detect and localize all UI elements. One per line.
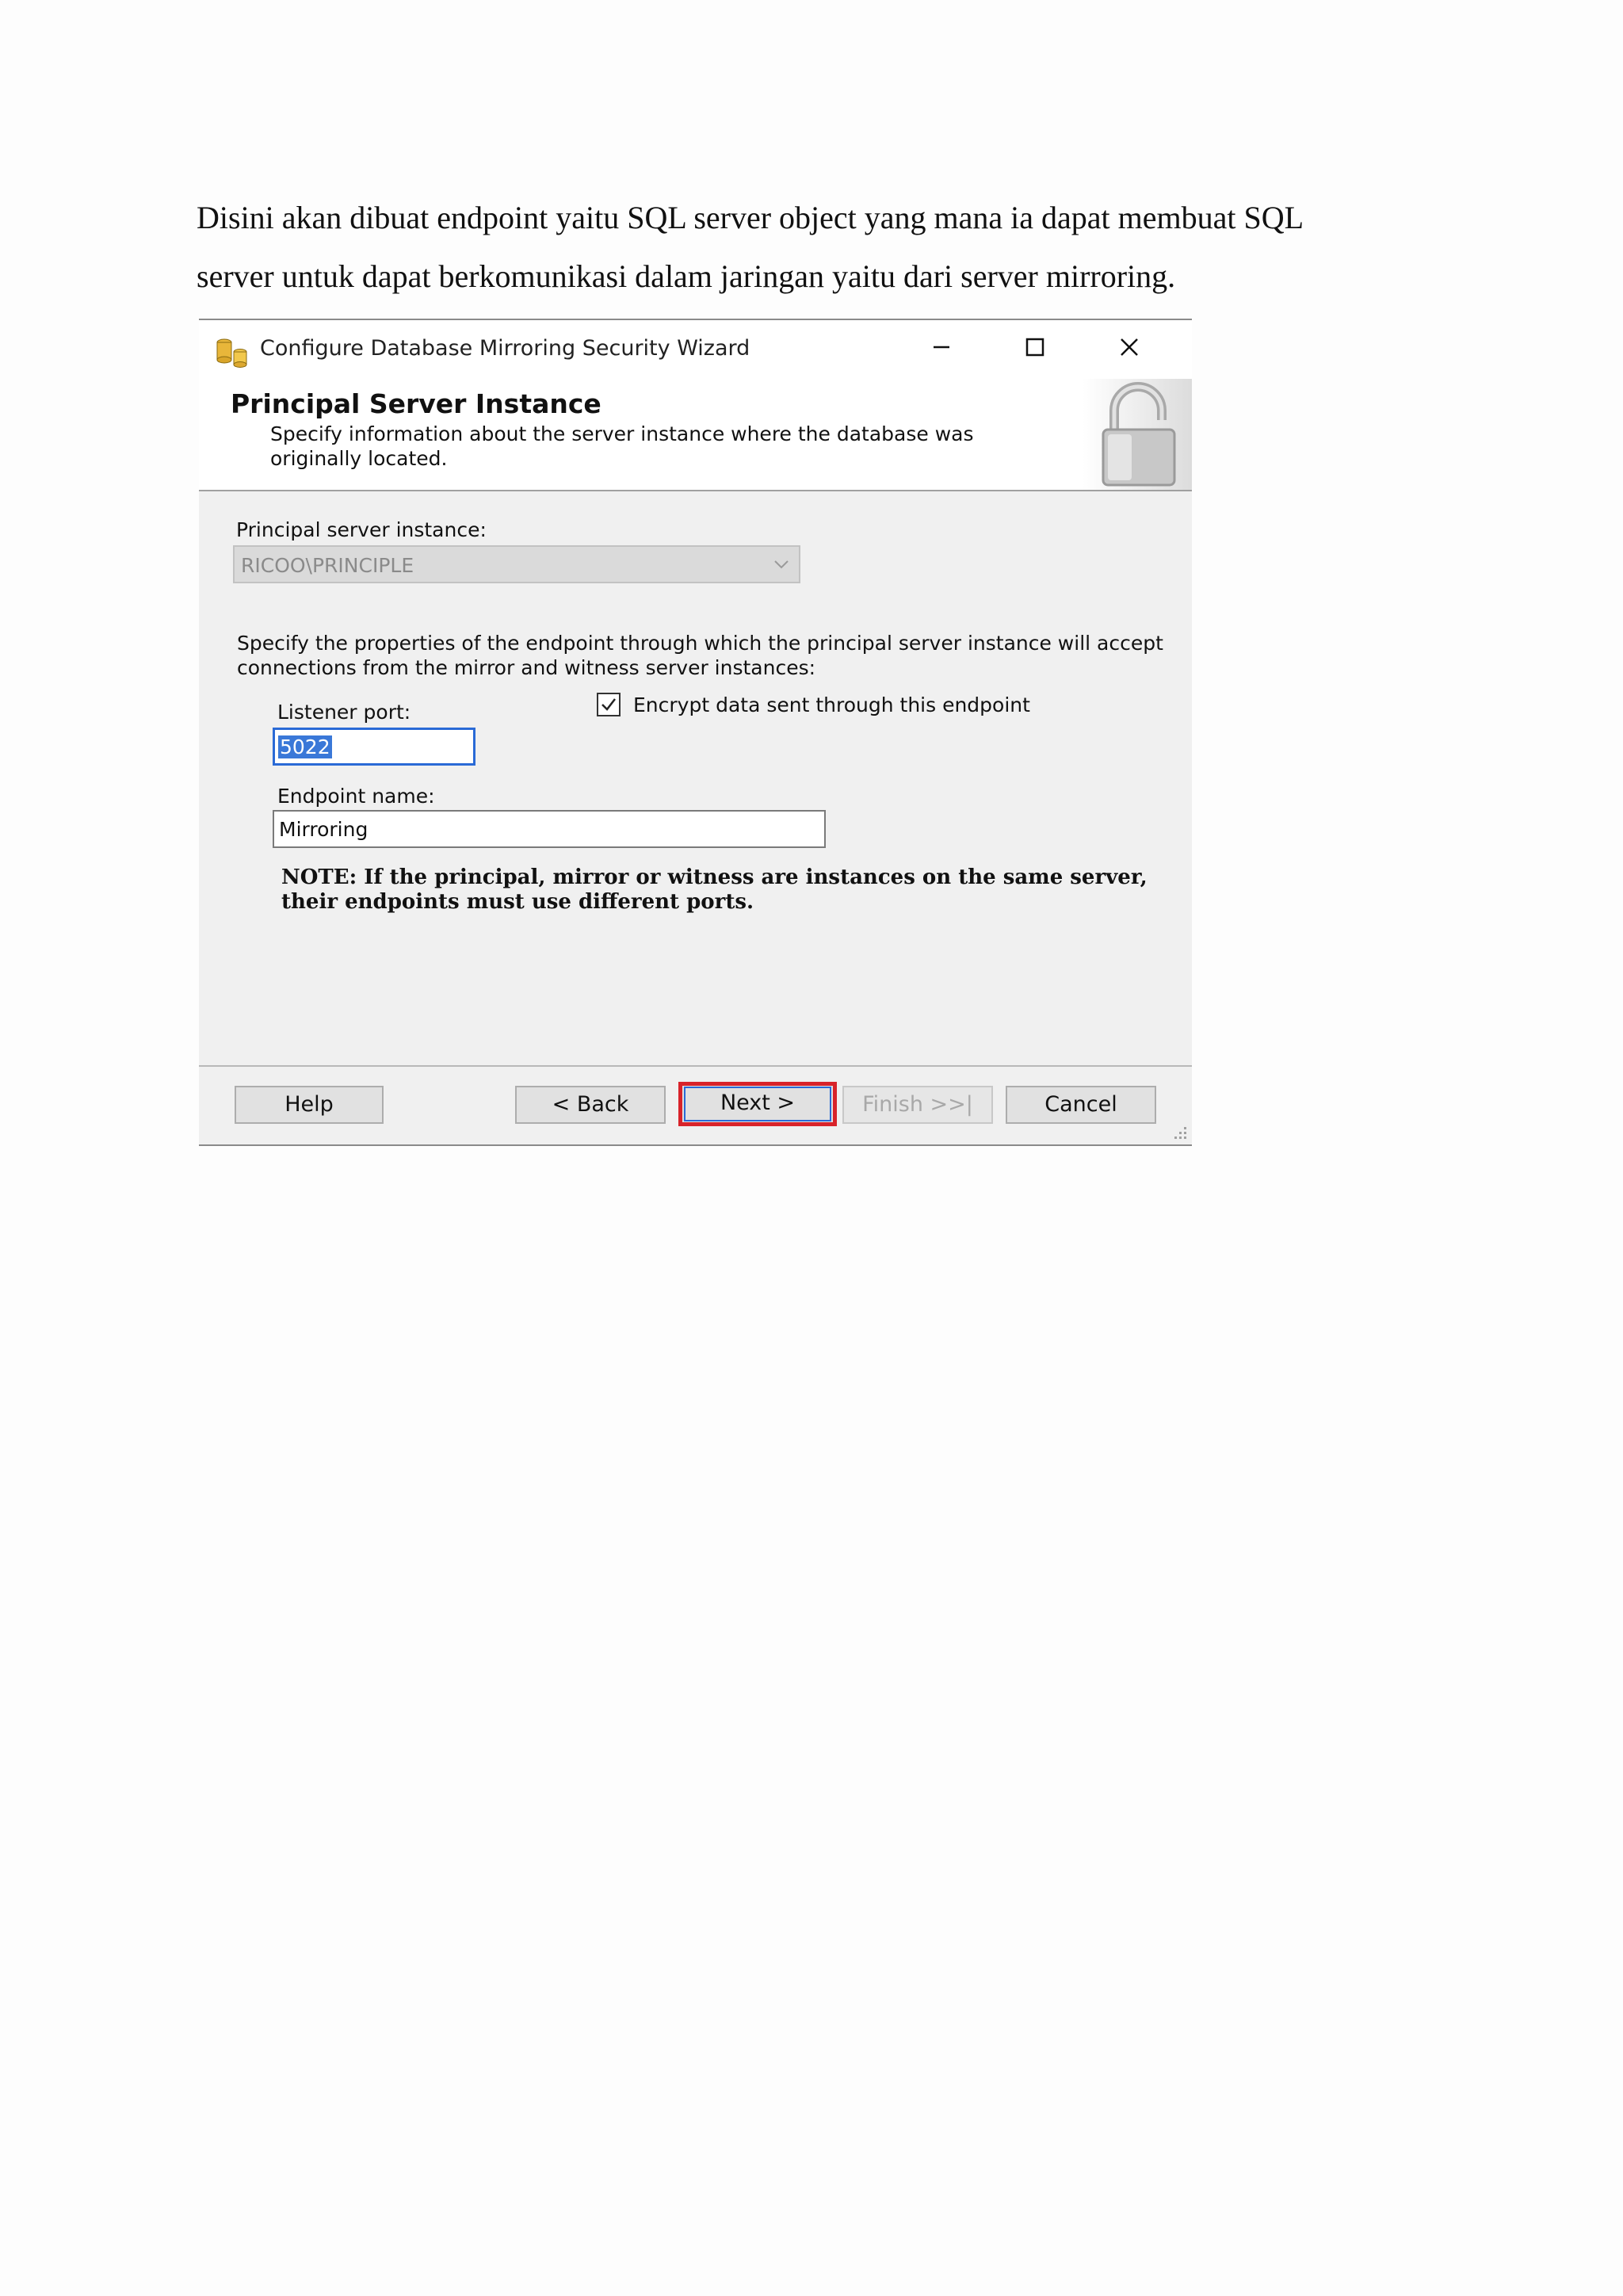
page-description: Specify information about the server ins… [270,422,974,470]
endpoint-name-label: Endpoint name: [277,785,435,808]
title-bar: Configure Database Mirroring Security Wi… [199,320,1192,379]
chevron-down-icon [774,560,789,569]
window-title: Configure Database Mirroring Security Wi… [260,336,750,361]
ports-note: NOTE: If the principal, mirror or witnes… [281,865,1148,914]
close-icon [1121,338,1138,356]
encrypt-label: Encrypt data sent through this endpoint [633,693,1030,716]
wizard-window: Configure Database Mirroring Security Wi… [199,319,1192,1146]
listener-port-value: 5022 [278,735,332,758]
intro-line-2: server untuk dapat berkomunikasi dalam j… [197,258,1176,294]
next-button-label: Next > [684,1087,831,1121]
intro-line-1: Disini akan dibuat endpoint yaitu SQL se… [197,200,1304,235]
page-title: Principal Server Instance [231,388,601,419]
cancel-button[interactable]: Cancel [1006,1086,1156,1124]
principal-instance-value: RICOO\PRINCIPLE [241,554,414,577]
principal-instance-select[interactable]: RICOO\PRINCIPLE [233,545,800,583]
help-button[interactable]: Help [235,1086,384,1124]
principal-instance-label: Principal server instance: [236,518,487,541]
listener-port-input[interactable]: 5022 [273,728,475,766]
listener-port-label: Listener port: [277,701,411,724]
next-button[interactable]: Next > [678,1082,837,1126]
back-button[interactable]: < Back [515,1086,666,1124]
encrypt-checkbox[interactable] [597,693,621,716]
intro-paragraph: Disini akan dibuat endpoint yaitu SQL se… [197,189,1433,306]
endpoint-properties-description: Specify the properties of the endpoint t… [237,632,1163,679]
resize-grip-icon[interactable] [1171,1124,1189,1141]
database-icon [215,336,250,368]
minimize-button[interactable] [918,328,965,368]
footer-divider [199,1065,1192,1067]
finish-button: Finish >>| [842,1086,993,1124]
wizard-header: Principal Server Instance Specify inform… [199,379,1192,491]
endpoint-name-input[interactable]: Mirroring [273,810,826,848]
endpoint-name-value: Mirroring [279,818,369,841]
maximize-icon [1025,338,1044,357]
checkmark-icon [601,698,616,711]
padlock-icon [1083,379,1192,490]
maximize-button[interactable] [1010,328,1058,368]
close-button[interactable] [1105,328,1152,368]
minimize-icon [934,346,949,349]
